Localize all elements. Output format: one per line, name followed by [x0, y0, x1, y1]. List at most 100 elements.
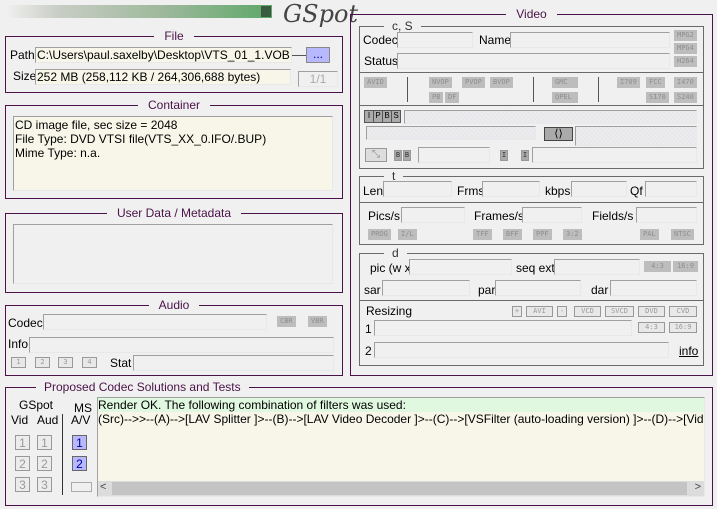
size-field: 252 MB (258,112 KB / 264,306,688 bytes)	[35, 69, 291, 85]
gop-bar-right	[575, 126, 697, 146]
frame-s-tag: S	[392, 111, 400, 122]
frame-p-tag: P	[374, 111, 383, 122]
scrollbar-thumb[interactable]	[112, 482, 687, 495]
gspot-aud-2-button[interactable]: 2	[37, 456, 52, 471]
pic-field	[409, 259, 512, 275]
video-codec-field	[397, 32, 473, 48]
mpg2-tag: MPG2	[674, 30, 697, 41]
resize-row-2-field	[374, 342, 669, 358]
qf-field	[645, 181, 697, 197]
audio-stream-3-button[interactable]: 3	[58, 357, 73, 368]
audio-stream-2-button[interactable]: 2	[35, 357, 50, 368]
path-input[interactable]: C:\Users\paul.saxelby\Desktop\VTS_01_1.V…	[35, 47, 292, 63]
divider	[359, 202, 704, 203]
resize-vcd-button[interactable]: VCD	[574, 306, 601, 317]
par-field	[495, 280, 581, 296]
i709-tag: I709	[617, 77, 640, 88]
mpg4-tag: MPG4	[674, 43, 697, 54]
gspot-vid-1-button[interactable]: 1	[15, 435, 30, 450]
ms-av-2-button[interactable]: 2	[72, 456, 87, 471]
scroll-left-icon[interactable]: <	[100, 481, 106, 493]
info-link[interactable]: info	[679, 344, 698, 358]
browse-button[interactable]: ...	[306, 47, 330, 63]
progress-end-marker	[261, 6, 271, 17]
resize-avi-button[interactable]: AVI	[526, 306, 553, 317]
vid-label: Vid	[11, 413, 29, 427]
fcc-tag: FCC	[646, 77, 665, 88]
dar-field	[610, 280, 697, 296]
horizontal-scrollbar[interactable]: < >	[98, 481, 704, 496]
container-line: Mime Type: n.a.	[15, 146, 101, 160]
audio-stat-field	[133, 355, 334, 371]
divider	[598, 77, 599, 102]
path-label: Path	[10, 48, 35, 62]
resize-svcd-button[interactable]: SVCD	[605, 306, 634, 317]
bb-field	[418, 147, 490, 163]
gop-bar	[404, 110, 697, 124]
av-label: A/V	[71, 413, 91, 427]
gspot-label: GSpot	[19, 398, 54, 412]
scroll-right-icon[interactable]: >	[695, 481, 701, 493]
audio-info-field	[29, 337, 334, 353]
resize-dvd-button[interactable]: DVD	[638, 306, 665, 317]
gspot-vid-2-button[interactable]: 2	[15, 456, 30, 471]
render-status-line: Render OK. The following combination of …	[98, 398, 704, 412]
bb-tag: B	[403, 150, 411, 161]
video-status-label: Status	[364, 54, 399, 68]
fields-label: Fields/s	[592, 209, 634, 223]
fields-field	[636, 207, 697, 223]
nvop-tag: NVOP	[429, 77, 452, 88]
ms-av-3-slot	[71, 482, 92, 492]
codec-solutions-title: Proposed Codec Solutions and Tests	[36, 380, 249, 394]
frames-field	[522, 207, 582, 223]
par-label: par	[478, 283, 496, 297]
video-title: Video	[506, 7, 557, 21]
pvop-tag: PVOP	[462, 77, 485, 88]
gspot-logo: GSpot	[283, 0, 359, 28]
len-label: Len	[363, 184, 384, 198]
resize-plus-button[interactable]: +	[512, 306, 522, 317]
pics-field	[401, 207, 465, 223]
userdata-title: User Data / Metadata	[106, 206, 242, 220]
s240-tag: S240	[674, 92, 697, 103]
pic-label: pic (w x	[370, 261, 411, 275]
resize-4-3-button[interactable]: 4:3	[638, 322, 665, 333]
il-tag: I/L	[398, 229, 417, 240]
video-name-field	[510, 32, 670, 48]
scan-gop-button[interactable]: ⤡	[365, 148, 387, 162]
audio-stream-1-button[interactable]: 1	[11, 357, 26, 368]
connector-line	[292, 55, 306, 56]
resizing-label: Resizing	[366, 304, 413, 318]
gspot-vid-3-button[interactable]: 3	[15, 477, 30, 492]
audio-stream-4-button[interactable]: 4	[82, 357, 97, 368]
container-title: Container	[137, 98, 211, 112]
tff-tag: TFF	[473, 229, 492, 240]
ii-field	[532, 147, 697, 163]
resize-minus-button[interactable]: -	[557, 306, 567, 317]
frms-field	[482, 181, 540, 197]
resize-cvd-button[interactable]: CVD	[669, 306, 697, 317]
ntsc-tag: NTSC	[671, 229, 694, 240]
pal-tag: PAL	[640, 229, 659, 240]
gspot-aud-1-button[interactable]: 1	[37, 435, 52, 450]
resize-row-1-label: 1	[365, 322, 372, 336]
bvop-tag: BVOP	[490, 77, 513, 88]
gspot-aud-3-button[interactable]: 3	[37, 477, 52, 492]
cbr-tag: CBR	[277, 316, 296, 327]
resize-16-9-button[interactable]: 16:9	[669, 322, 697, 333]
audio-title: Audio	[148, 298, 200, 312]
divider	[359, 72, 704, 73]
bff-tag: BFF	[503, 229, 522, 240]
frame-type-legend: I P B S	[364, 110, 401, 123]
divider	[407, 77, 408, 102]
s170-tag: S170	[646, 92, 669, 103]
divider	[62, 414, 63, 495]
ppf-tag: PPF	[533, 229, 552, 240]
len-field	[383, 181, 452, 197]
ms-av-1-button[interactable]: 1	[72, 435, 87, 450]
ii-tag: I	[500, 150, 508, 161]
qf-label: Qf	[630, 184, 643, 198]
audio-info-label: Info	[8, 337, 29, 351]
h264-tag: H264	[674, 56, 697, 67]
break-icon: ⟨⟩	[544, 127, 573, 141]
